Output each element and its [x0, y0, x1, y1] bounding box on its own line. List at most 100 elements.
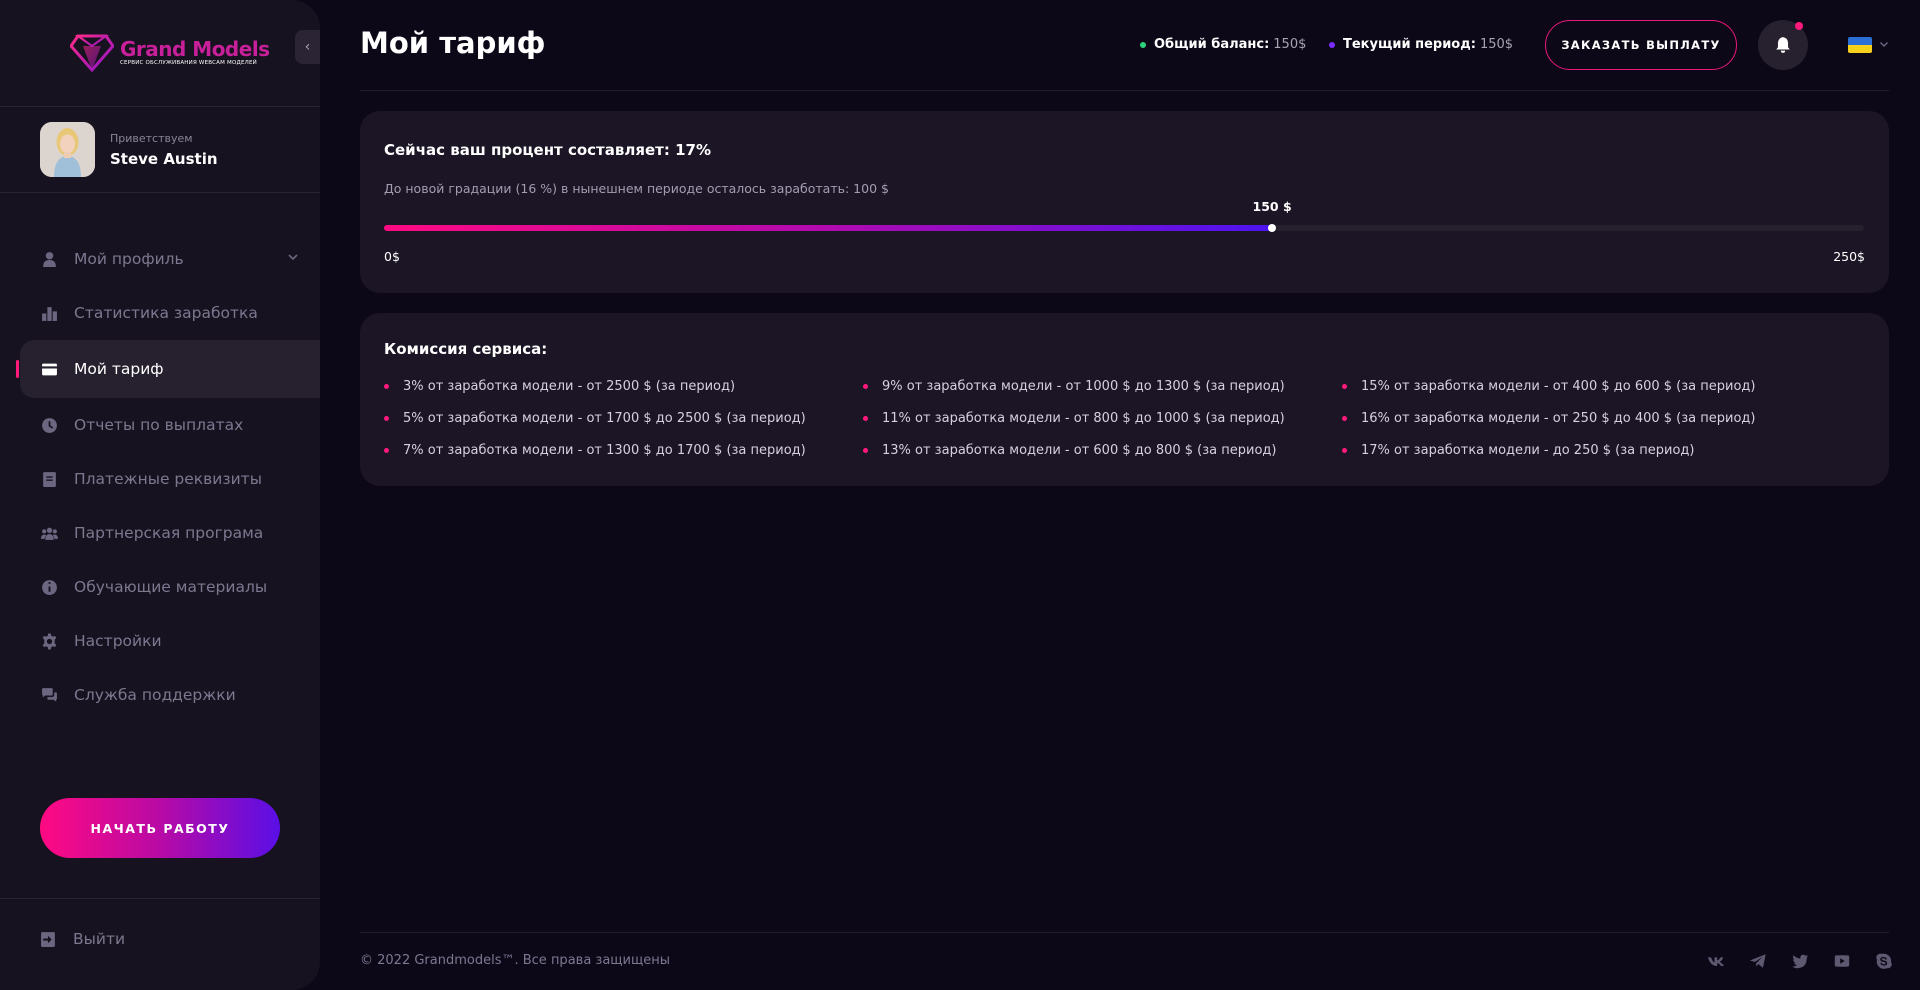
bullet-icon [1342, 384, 1347, 389]
brand-logo[interactable]: Grand Models СЕРВИС ОБСЛУЖИВАНИЯ WEBCAM … [70, 32, 270, 72]
progress-current-label: 150 $ [1252, 199, 1292, 214]
tariff-progress-card: Сейчас ваш процент составляет: 17% До но… [360, 111, 1889, 293]
list-item: 17% от заработка модели - до 250 $ (за п… [1342, 441, 1821, 460]
total-balance: Общий баланс: 150$ [1140, 37, 1306, 52]
user-card: Приветствуем Steve Austin [40, 122, 218, 177]
brand-tagline: СЕРВИС ОБСЛУЖИВАНИЯ WEBCAM МОДЕЛЕЙ [120, 59, 257, 66]
notification-badge [1795, 22, 1803, 30]
bullet-icon [1342, 416, 1347, 421]
progress-track [384, 224, 1864, 232]
bullet-icon [863, 384, 868, 389]
divider [0, 192, 320, 193]
bell-icon [1776, 37, 1790, 53]
commission-title: Комиссия сервиса: [384, 340, 548, 358]
sidebar-item-label: Мой профиль [74, 250, 184, 268]
progress-min-label: 0$ [384, 249, 400, 264]
commission-card: Комиссия сервиса: 3% от заработка модели… [360, 313, 1889, 486]
current-period-value: 150$ [1479, 37, 1514, 52]
divider [0, 106, 320, 107]
list-item: 13% от заработка модели - от 600 $ до 80… [863, 441, 1342, 460]
logout-button[interactable]: Выйти [40, 930, 125, 948]
list-item: 5% от заработка модели - от 1700 $ до 25… [384, 409, 863, 428]
tariff-title: Сейчас ваш процент составляет: 17% [384, 141, 711, 159]
logout-label: Выйти [73, 930, 126, 948]
sidebar-nav: Мой профиль Статистика заработка Мой тар… [0, 232, 320, 722]
sidebar: Grand Models СЕРВИС ОБСЛУЖИВАНИЯ WEBCAM … [0, 0, 320, 990]
chevron-down-icon[interactable] [1878, 38, 1890, 50]
chat-icon [40, 686, 58, 704]
divider [0, 898, 320, 899]
bullet-icon [384, 448, 389, 453]
brand-name: Grand Models [120, 36, 270, 61]
list-item: 16% от заработка модели - от 250 $ до 40… [1342, 409, 1821, 428]
logout-icon [41, 931, 55, 947]
footer-divider [360, 932, 1889, 933]
document-icon [40, 470, 58, 488]
progress-fill [384, 225, 1272, 231]
start-work-button[interactable]: НАЧАТЬ РАБОТУ [40, 798, 280, 858]
sidebar-item-settings[interactable]: Настройки [0, 614, 320, 668]
progress-max-label: 250$ [1833, 249, 1865, 264]
sidebar-item-label: Отчеты по выплатах [74, 416, 244, 434]
commission-list: 3% от заработка модели - от 2500 $ (за п… [384, 377, 1824, 460]
user-icon [40, 250, 58, 268]
bullet-icon [384, 416, 389, 421]
credit-card-icon [40, 360, 58, 378]
sidebar-item-earnings-stats[interactable]: Статистика заработка [0, 286, 320, 340]
user-name: Steve Austin [110, 149, 218, 168]
ukraine-flag-icon[interactable] [1848, 37, 1872, 53]
chevron-down-icon [288, 254, 298, 261]
social-links [1705, 951, 1894, 971]
sidebar-item-support[interactable]: Служба поддержки [0, 668, 320, 722]
sidebar-item-label: Служба поддержки [74, 686, 236, 704]
copyright-text: © 2022 Grandmodels™. Все права защищены [360, 953, 670, 968]
info-icon [40, 578, 58, 596]
current-period-label: Текущий период: [1343, 37, 1476, 52]
users-icon [40, 524, 58, 542]
list-item: 15% от заработка модели - от 400 $ до 60… [1342, 377, 1821, 396]
collapse-sidebar-button[interactable]: ‹ [295, 30, 320, 64]
twitter-icon[interactable] [1789, 951, 1810, 971]
status-dot [1140, 41, 1146, 48]
status-dot [1329, 41, 1335, 48]
bullet-icon [1342, 448, 1347, 453]
list-item: 9% от заработка модели - от 1000 $ до 13… [863, 377, 1342, 396]
clock-icon [40, 416, 58, 434]
list-item: 7% от заработка модели - от 1300 $ до 17… [384, 441, 863, 460]
sidebar-item-payout-reports[interactable]: Отчеты по выплатах [0, 398, 320, 452]
telegram-icon[interactable] [1747, 951, 1768, 971]
list-item: 3% от заработка модели - от 2500 $ (за п… [384, 377, 863, 396]
bullet-icon [384, 384, 389, 389]
total-balance-label: Общий баланс: [1154, 37, 1270, 52]
sidebar-item-label: Платежные реквизиты [74, 470, 262, 488]
bullet-icon [863, 448, 868, 453]
greeting-text: Приветствуем [110, 131, 193, 145]
chevron-left-icon: ‹ [304, 39, 311, 55]
sidebar-item-partner-program[interactable]: Партнерская програма [0, 506, 320, 560]
progress-knob [1268, 224, 1276, 232]
sidebar-item-payment-details[interactable]: Платежные реквизиты [0, 452, 320, 506]
bar-chart-icon [40, 304, 58, 322]
bullet-icon [863, 416, 868, 421]
sidebar-item-my-tariff[interactable]: Мой тариф [16, 340, 320, 398]
sidebar-item-training-materials[interactable]: Обучающие материалы [0, 560, 320, 614]
avatar[interactable] [40, 122, 95, 177]
sidebar-item-label: Настройки [74, 632, 162, 650]
gear-icon [40, 632, 58, 650]
diamond-logo-icon [70, 34, 114, 72]
list-item: 11% от заработка модели - от 800 $ до 10… [863, 409, 1342, 428]
youtube-icon[interactable] [1831, 951, 1852, 971]
page-title: Мой тариф [360, 26, 546, 60]
sidebar-item-profile[interactable]: Мой профиль [0, 232, 320, 286]
order-payout-button[interactable]: ЗАКАЗАТЬ ВЫПЛАТУ [1545, 20, 1737, 70]
sidebar-item-label: Мой тариф [74, 360, 164, 378]
tariff-subtitle: До новой градации (16 %) в нынешнем пери… [384, 181, 889, 196]
sidebar-item-label: Обучающие материалы [74, 578, 268, 596]
total-balance-value: 150$ [1273, 37, 1307, 52]
current-period: Текущий период: 150$ [1329, 37, 1513, 52]
vk-icon[interactable] [1705, 951, 1726, 971]
header-divider [360, 90, 1889, 91]
sidebar-item-label: Партнерская програма [74, 524, 264, 542]
sidebar-item-label: Статистика заработка [74, 304, 258, 322]
skype-icon[interactable] [1873, 951, 1894, 971]
